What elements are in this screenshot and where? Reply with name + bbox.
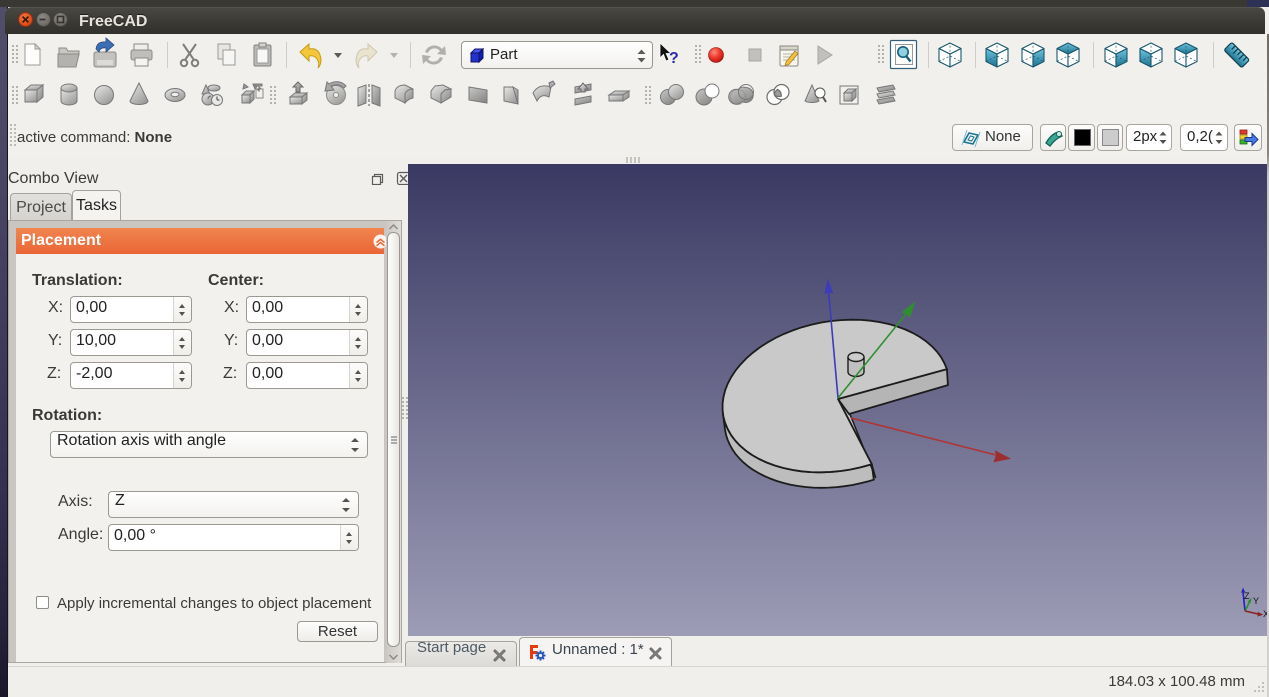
svg-text:Z: Z — [1244, 591, 1250, 601]
svg-text:Y: Y — [1253, 596, 1259, 606]
svg-text:?: ? — [669, 50, 679, 67]
